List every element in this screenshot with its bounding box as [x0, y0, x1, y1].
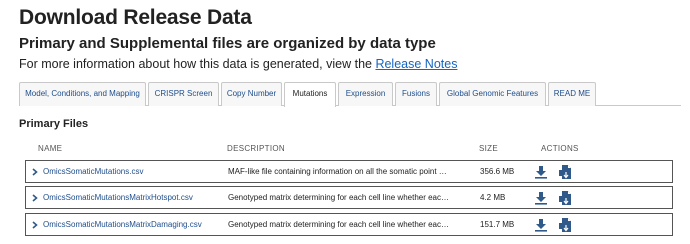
chevron-right-icon[interactable] — [31, 192, 39, 204]
chevron-right-icon[interactable] — [31, 166, 39, 178]
file-name-link[interactable]: OmicsSomaticMutationsMatrixHotspot.csv — [43, 193, 193, 202]
chevron-right-icon[interactable] — [31, 219, 39, 231]
file-description: Genotyped matrix determining for each ce… — [228, 220, 453, 229]
page-title: Download Release Data — [19, 6, 252, 29]
table-row[interactable]: OmicsSomaticMutations.csv MAF-like file … — [25, 160, 673, 183]
tab-copy-number[interactable]: Copy Number — [221, 82, 282, 106]
file-download-icon[interactable] — [559, 190, 574, 206]
column-header-actions: ACTIONS — [541, 144, 579, 153]
data-type-tabs: Model, Conditions, and Mapping CRISPR Sc… — [19, 82, 681, 107]
file-size: 4.2 MB — [480, 193, 506, 202]
file-description: Genotyped matrix determining for each ce… — [228, 193, 453, 202]
file-size: 356.6 MB — [480, 167, 515, 176]
section-title: Primary Files — [19, 118, 89, 130]
column-header-description: DESCRIPTION — [227, 144, 285, 153]
file-download-icon[interactable] — [559, 217, 574, 233]
tab-fusions[interactable]: Fusions — [395, 82, 437, 106]
table-row[interactable]: OmicsSomaticMutationsMatrixHotspot.csv G… — [25, 186, 673, 209]
file-name-link[interactable]: OmicsSomaticMutations.csv — [43, 167, 143, 176]
file-description: MAF-like file containing information on … — [228, 167, 453, 176]
download-icon[interactable] — [534, 191, 548, 205]
file-download-icon[interactable] — [559, 164, 574, 180]
file-name-link[interactable]: OmicsSomaticMutationsMatrixDamaging.csv — [43, 220, 202, 229]
tab-expression[interactable]: Expression — [338, 82, 393, 106]
table-row[interactable]: OmicsSomaticMutationsMatrixDamaging.csv … — [25, 213, 673, 236]
page-subtitle: Primary and Supplemental files are organ… — [19, 35, 436, 52]
release-notes-link[interactable]: Release Notes — [375, 57, 457, 71]
column-header-size: SIZE — [479, 144, 498, 153]
download-icon[interactable] — [534, 165, 548, 179]
tab-global-genomic-features[interactable]: Global Genomic Features — [439, 82, 546, 106]
column-header-name: NAME — [38, 144, 63, 153]
tab-read-me[interactable]: READ ME — [548, 82, 596, 106]
info-text-label: For more information about how this data… — [19, 57, 376, 71]
info-text: For more information about how this data… — [19, 57, 457, 71]
tab-crispr-screen[interactable]: CRISPR Screen — [148, 82, 219, 106]
download-icon[interactable] — [534, 218, 548, 232]
tab-model-conditions-mapping[interactable]: Model, Conditions, and Mapping — [19, 82, 146, 106]
tab-mutations[interactable]: Mutations — [284, 82, 336, 107]
file-size: 151.7 MB — [480, 220, 515, 229]
